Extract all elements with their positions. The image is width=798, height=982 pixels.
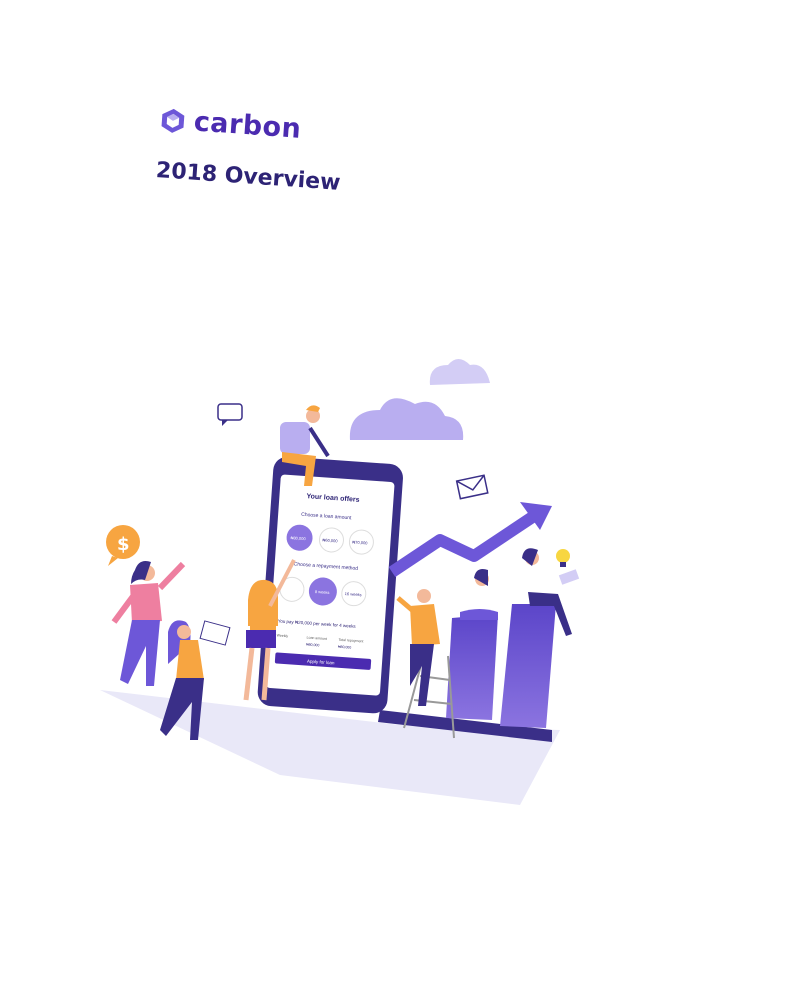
lightbulb-icon <box>556 549 570 567</box>
svg-text:$: $ <box>117 534 130 555</box>
person-laptop-left <box>460 569 498 620</box>
blueprint-icon <box>199 620 231 646</box>
chart-bar-1 <box>446 614 498 720</box>
chart-bar-2 <box>500 604 556 728</box>
dollar-coin-icon: $ <box>106 525 140 566</box>
hero-illustration: Your loan offers Choose a loan amount ₦8… <box>100 359 580 805</box>
envelope-icon <box>455 474 489 500</box>
chat-bubble-icon <box>217 403 243 426</box>
repayment-option-1: 8 weeks <box>315 589 330 595</box>
cover-page: carbon 2018 Overview Your loan offers Ch… <box>0 0 798 982</box>
detail-label-1: Weekly <box>277 633 289 638</box>
cloud-small <box>429 359 490 385</box>
cloud-icon <box>349 398 464 440</box>
